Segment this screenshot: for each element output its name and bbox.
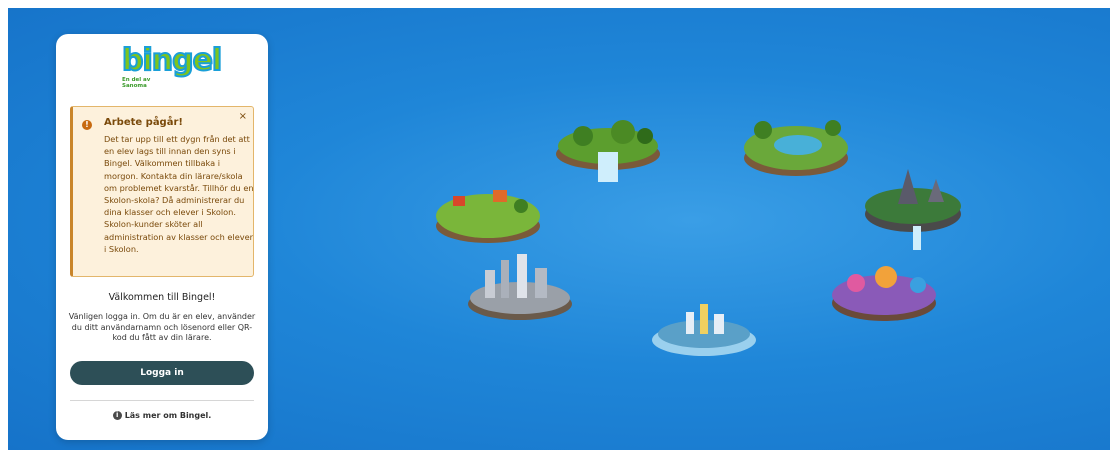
welcome-heading: Välkommen till Bingel!	[108, 292, 216, 303]
login-button[interactable]: Logga in	[70, 361, 254, 385]
background-world-map: bingel En del av Sanoma ! Arbete pågår! …	[8, 8, 1110, 450]
divider	[70, 400, 254, 401]
login-intro-text: Vänligen logga in. Om du är en elev, anv…	[68, 312, 256, 342]
read-more-link[interactable]: i Läs mer om Bingel.	[56, 411, 268, 420]
logo-tagline: En del av Sanoma	[122, 77, 151, 89]
island-carnival[interactable]	[826, 251, 941, 331]
island-waterfall[interactable]	[553, 106, 668, 186]
info-icon: i	[112, 411, 122, 420]
island-lake[interactable]	[738, 100, 853, 185]
close-icon[interactable]: ×	[239, 111, 247, 122]
bingel-logo[interactable]: bingel En del av Sanoma	[121, 43, 223, 92]
login-panel: bingel En del av Sanoma ! Arbete pågår! …	[56, 34, 268, 440]
warning-alert: ! Arbete pågår! × Det tar upp till ett d…	[70, 106, 254, 277]
alert-title: Arbete pågår!	[104, 117, 183, 128]
read-more-label: Läs mer om Bingel.	[124, 411, 212, 420]
island-city[interactable]	[465, 248, 575, 328]
logo-wordmark: bingel	[121, 43, 223, 79]
island-farm[interactable]	[433, 176, 543, 251]
alert-body: Det tar upp till ett dygn från det att e…	[104, 134, 254, 254]
island-fantasy[interactable]	[858, 164, 968, 254]
island-sea-city[interactable]	[646, 298, 761, 368]
exclamation-icon: !	[82, 120, 92, 130]
